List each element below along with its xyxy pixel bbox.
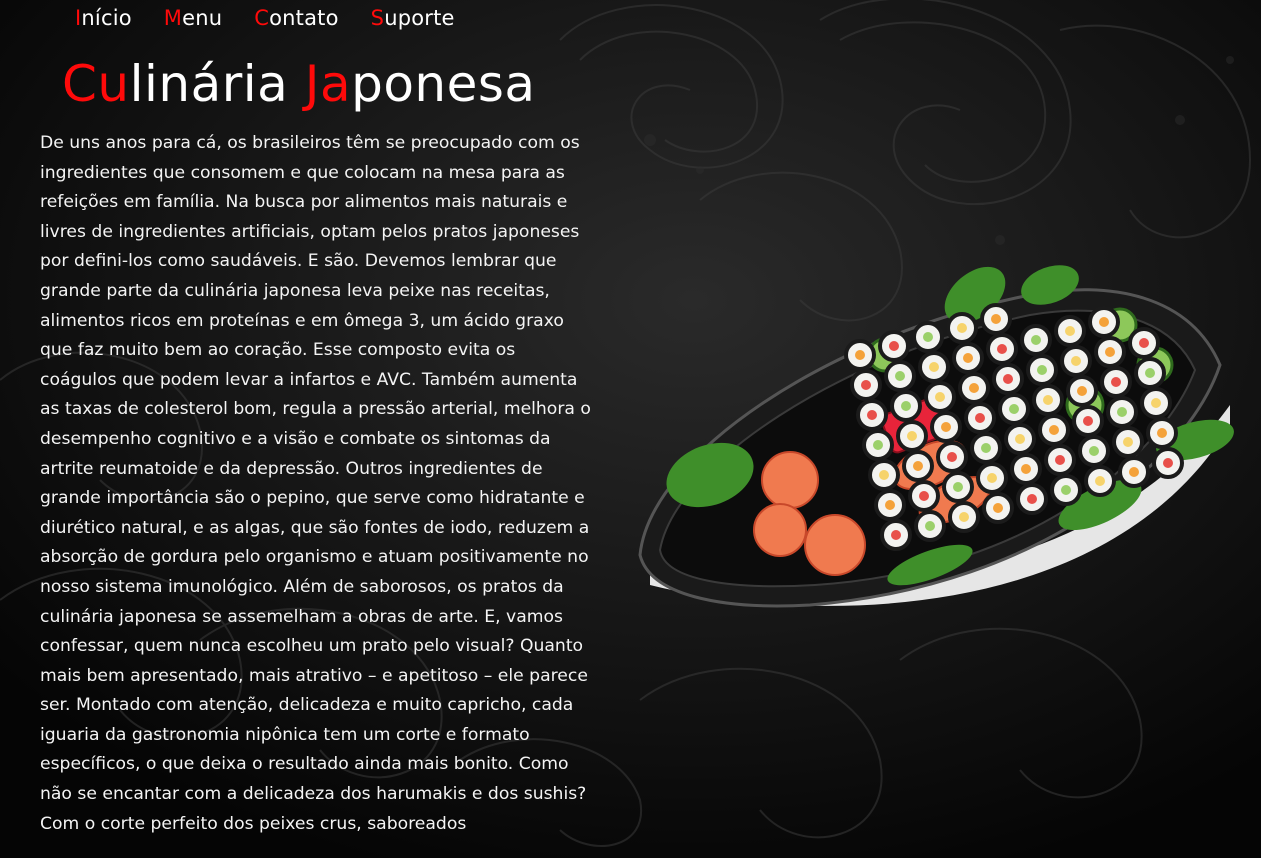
- sushi-filling: [935, 392, 945, 402]
- sushi-filling: [957, 323, 967, 333]
- sushi-filling: [959, 512, 969, 522]
- nav-link-contato[interactable]: Contato: [254, 6, 338, 30]
- sushi-filling: [1145, 368, 1155, 378]
- sushi-filling: [1055, 455, 1065, 465]
- sushi-filling: [997, 344, 1007, 354]
- nav-link-label: nício: [81, 6, 132, 30]
- sushi-filling: [1083, 416, 1093, 426]
- sushi-filling: [993, 503, 1003, 513]
- sushi-filling: [987, 473, 997, 483]
- sushi-filling: [885, 500, 895, 510]
- sushi-filling: [1129, 467, 1139, 477]
- nav-link-initial: S: [370, 6, 385, 30]
- sushi-filling: [879, 470, 889, 480]
- sushi-filling: [1151, 398, 1161, 408]
- sushi-filling: [913, 461, 923, 471]
- title-accent: Cu: [62, 55, 130, 113]
- sushi-filling: [1071, 356, 1081, 366]
- title-text: ponesa: [351, 55, 536, 113]
- page-title: Culinária Japonesa: [62, 55, 536, 113]
- sushi-filling: [1043, 395, 1053, 405]
- title-accent: Ja: [304, 55, 352, 113]
- nav-link-menu[interactable]: Menu: [164, 6, 222, 30]
- main-nav: Início Menu Contato Suporte: [75, 6, 455, 30]
- sushi-filling: [907, 431, 917, 441]
- sushi-filling: [923, 332, 933, 342]
- sushi-filling: [1015, 434, 1025, 444]
- sushi-boat-image: [638, 265, 1234, 608]
- sushi-filling: [1111, 377, 1121, 387]
- sushi-filling: [925, 521, 935, 531]
- sushi-filling: [1139, 338, 1149, 348]
- sushi-filling: [1009, 404, 1019, 414]
- sushi-filling: [1021, 464, 1031, 474]
- sushi-filling: [1099, 317, 1109, 327]
- sushi-filling: [1061, 485, 1071, 495]
- sushi-filling: [947, 452, 957, 462]
- nav-link-suporte[interactable]: Suporte: [371, 6, 455, 30]
- sushi-filling: [867, 410, 877, 420]
- sushi-filling: [1065, 326, 1075, 336]
- nav-link-initial: C: [254, 6, 270, 30]
- sushi-filling: [1163, 458, 1173, 468]
- sushi-filling: [981, 443, 991, 453]
- sushi-filling: [1157, 428, 1167, 438]
- sushi-filling: [969, 383, 979, 393]
- sushi-filling: [1037, 365, 1047, 375]
- title-text: linária: [129, 55, 305, 113]
- sushi-filling: [1105, 347, 1115, 357]
- sushi-filling: [891, 530, 901, 540]
- sushi-filling: [991, 314, 1001, 324]
- sushi-filling: [919, 491, 929, 501]
- sushi-filling: [1089, 446, 1099, 456]
- sushi-filling: [1095, 476, 1105, 486]
- sushi-filling: [1123, 437, 1133, 447]
- sushi-filling: [929, 362, 939, 372]
- sushi-filling: [975, 413, 985, 423]
- sushi-filling: [1027, 494, 1037, 504]
- sushi-filling: [963, 353, 973, 363]
- sushi-filling: [1003, 374, 1013, 384]
- sushi-filling: [941, 422, 951, 432]
- article-paragraph: De uns anos para cá, os brasileiros têm …: [40, 133, 591, 834]
- nav-link-label: ontato: [269, 6, 339, 30]
- sushi-filling: [1031, 335, 1041, 345]
- nav-link-label: uporte: [384, 6, 455, 30]
- sushi-filling: [861, 380, 871, 390]
- sushi-filling: [873, 440, 883, 450]
- sushi-filling: [1077, 386, 1087, 396]
- sushi-filling: [901, 401, 911, 411]
- nav-link-inicio[interactable]: Início: [75, 6, 132, 30]
- sushi-filling: [1049, 425, 1059, 435]
- sushi-filling: [1117, 407, 1127, 417]
- sushi-filling: [855, 350, 865, 360]
- nav-link-label: enu: [182, 6, 223, 30]
- sushi-filling: [953, 482, 963, 492]
- nav-link-initial: M: [163, 6, 183, 30]
- sushi-filling: [889, 341, 899, 351]
- sushi-filling: [895, 371, 905, 381]
